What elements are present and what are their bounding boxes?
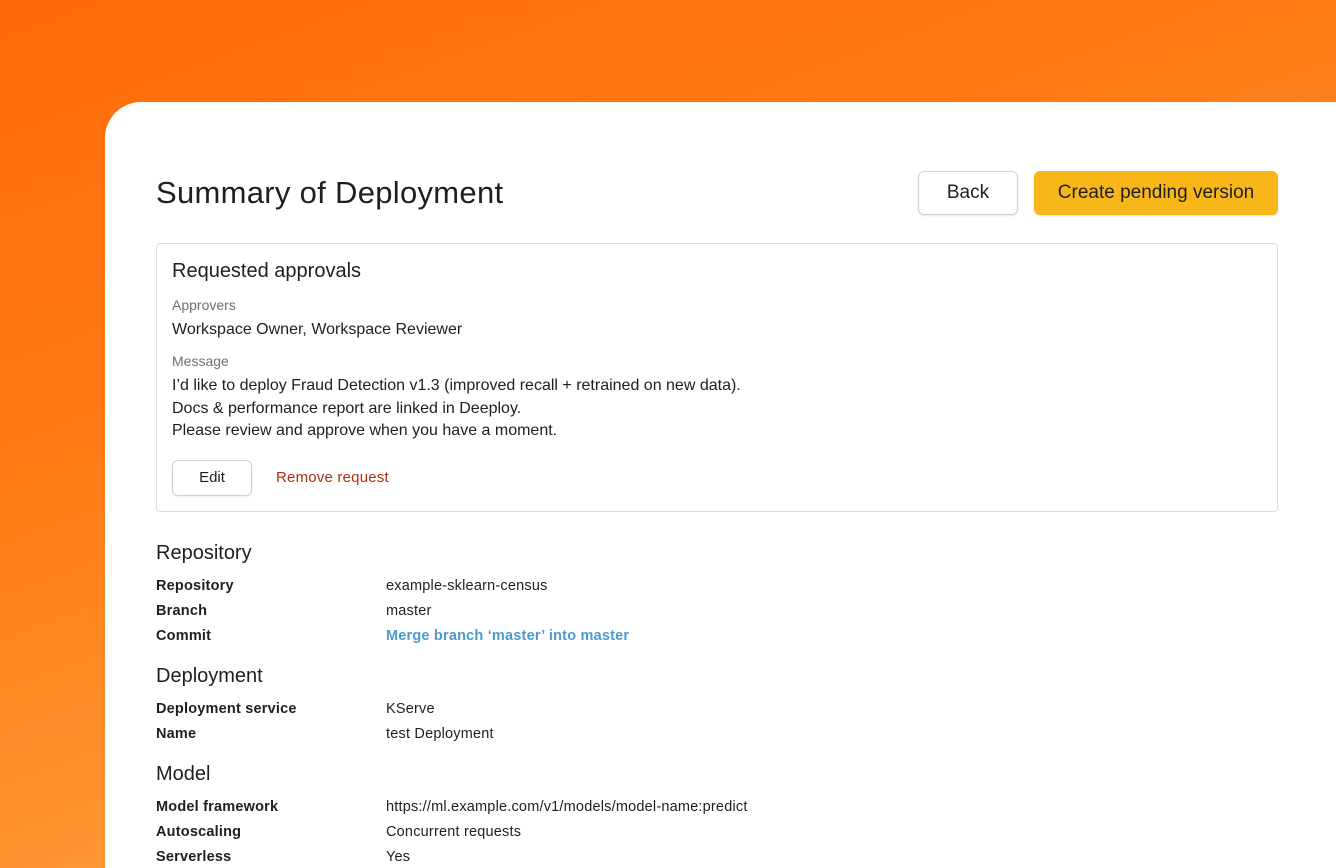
message-text: I’d like to deploy Fraud Detection v1.3 … xyxy=(172,375,1262,443)
edit-button[interactable]: Edit xyxy=(172,459,252,496)
approvers-value: Workspace Owner, Workspace Reviewer xyxy=(172,321,463,338)
message-line: Docs & performance report are linked in … xyxy=(172,399,522,417)
approvers-label: Approvers xyxy=(172,297,236,313)
field-value: https://ml.example.com/v1/models/model-n… xyxy=(386,798,748,815)
field-value: Concurrent requests xyxy=(386,823,522,840)
field-key: Deployment service xyxy=(156,700,297,717)
field-value: Yes xyxy=(386,848,411,865)
deployment-section: Deployment Deployment service KServe Nam… xyxy=(156,665,1256,746)
branch-row: Branch master xyxy=(156,598,1256,623)
autoscaling-row: Autoscaling Concurrent requests xyxy=(156,819,1256,844)
message-line: I’d like to deploy Fraud Detection v1.3 … xyxy=(172,377,741,394)
commit-row: Commit Merge branch ‘master’ into master xyxy=(156,623,1256,648)
back-button[interactable]: Back xyxy=(918,171,1018,215)
field-key: Commit xyxy=(156,627,212,644)
requested-approvals-card: Requested approvals Approvers Workspace … xyxy=(156,243,1278,512)
deployment-service-row: Deployment service KServe xyxy=(156,696,1256,721)
field-value: KServe xyxy=(386,700,435,717)
section-title-deployment: Deployment xyxy=(156,665,263,687)
field-value: test Deployment xyxy=(386,725,494,742)
header-actions: Back Create pending version xyxy=(918,171,1278,215)
field-value: example-sklearn-census xyxy=(386,577,548,594)
field-key: Branch xyxy=(156,602,208,619)
field-key: Serverless xyxy=(156,848,232,865)
approvals-title: Requested approvals xyxy=(172,260,362,282)
field-key: Model framework xyxy=(156,798,279,815)
field-key: Repository xyxy=(156,577,234,594)
create-pending-version-button[interactable]: Create pending version xyxy=(1034,171,1278,215)
model-framework-row: Model framework https://ml.example.com/v… xyxy=(156,794,1256,819)
approval-actions: Edit Remove request xyxy=(172,459,1262,496)
main-panel: Summary of Deployment Back Create pendin… xyxy=(105,102,1336,868)
message-line: Please review and approve when you have … xyxy=(172,422,558,439)
name-row: Name test Deployment xyxy=(156,721,1256,746)
remove-request-link[interactable]: Remove request xyxy=(276,469,389,486)
field-key: Autoscaling xyxy=(156,823,242,840)
message-label: Message xyxy=(172,353,229,369)
section-title-model: Model xyxy=(156,763,211,785)
repository-section: Repository Repository example-sklearn-ce… xyxy=(156,542,1256,648)
commit-link[interactable]: Merge branch ‘master’ into master xyxy=(386,628,629,644)
page-header: Summary of Deployment Back Create pendin… xyxy=(156,170,1278,216)
page-title: Summary of Deployment xyxy=(156,175,504,210)
model-section: Model Model framework https://ml.example… xyxy=(156,763,1256,868)
field-key: Name xyxy=(156,725,197,742)
repository-row: Repository example-sklearn-census xyxy=(156,573,1256,598)
serverless-row: Serverless Yes xyxy=(156,844,1256,868)
field-value: master xyxy=(386,602,432,619)
section-title-repository: Repository xyxy=(156,542,252,564)
